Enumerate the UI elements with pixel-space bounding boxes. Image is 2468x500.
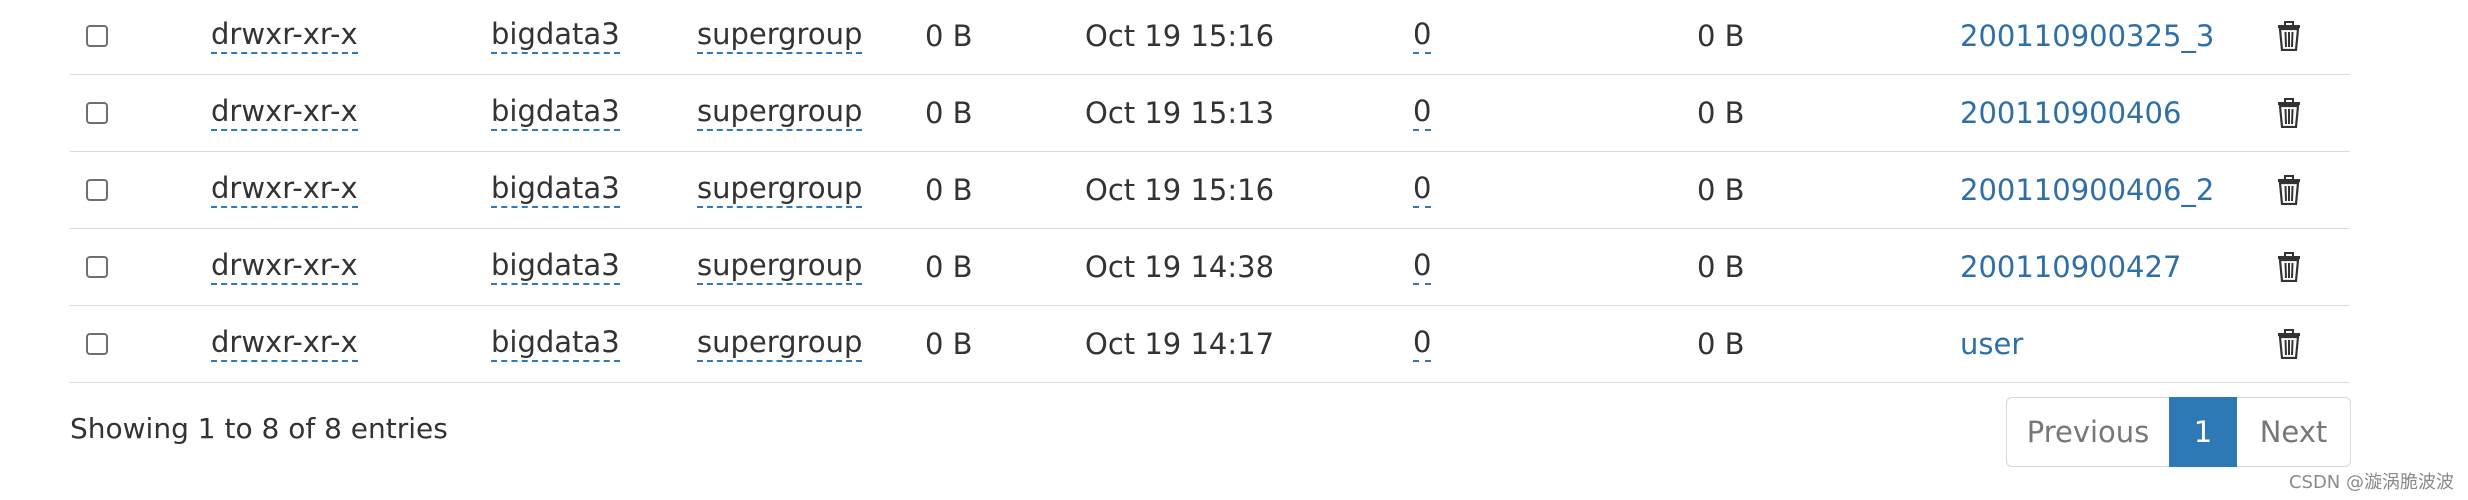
row-checkbox[interactable]: [86, 229, 108, 305]
trash-icon[interactable]: [2277, 75, 2301, 151]
size-cell: 0 B: [925, 19, 973, 53]
group-cell[interactable]: supergroup: [697, 229, 863, 305]
file-name-link[interactable]: 200110900427: [1960, 229, 2181, 305]
replication-cell[interactable]: 0: [1413, 229, 1432, 305]
modified-cell: Oct 19 14:38: [1085, 250, 1275, 284]
size-cell: 0 B: [925, 250, 973, 284]
owner-cell[interactable]: bigdata3: [491, 0, 620, 74]
previous-button[interactable]: Previous: [2006, 397, 2169, 467]
group-cell[interactable]: supergroup: [697, 0, 863, 74]
row-checkbox[interactable]: [86, 75, 108, 151]
modified-cell: Oct 19 15:16: [1085, 173, 1275, 207]
permission-cell[interactable]: drwxr-xr-x: [211, 229, 358, 305]
block-size-cell: 0 B: [1697, 327, 1745, 361]
file-name-link[interactable]: 200110900325_3: [1960, 0, 2214, 74]
trash-icon[interactable]: [2277, 229, 2301, 305]
group-cell[interactable]: supergroup: [697, 306, 863, 382]
modified-cell: Oct 19 15:16: [1085, 19, 1275, 53]
file-table: drwxr-xr-x bigdata3 supergroup 0 B Oct 1…: [70, 0, 2350, 383]
table-row: drwxr-xr-x bigdata3 supergroup 0 B Oct 1…: [70, 75, 2350, 152]
file-name-link[interactable]: user: [1960, 306, 2023, 382]
size-cell: 0 B: [925, 327, 973, 361]
size-cell: 0 B: [925, 96, 973, 130]
row-checkbox[interactable]: [86, 306, 108, 382]
file-name-link[interactable]: 200110900406_2: [1960, 152, 2214, 228]
owner-cell[interactable]: bigdata3: [491, 75, 620, 151]
replication-cell[interactable]: 0: [1413, 306, 1432, 382]
entries-info: Showing 1 to 8 of 8 entries: [70, 412, 448, 445]
modified-cell: Oct 19 15:13: [1085, 96, 1275, 130]
size-cell: 0 B: [925, 173, 973, 207]
block-size-cell: 0 B: [1697, 250, 1745, 284]
modified-cell: Oct 19 14:17: [1085, 327, 1275, 361]
block-size-cell: 0 B: [1697, 96, 1745, 130]
table-row: drwxr-xr-x bigdata3 supergroup 0 B Oct 1…: [70, 0, 2350, 75]
permission-cell[interactable]: drwxr-xr-x: [211, 75, 358, 151]
permission-cell[interactable]: drwxr-xr-x: [211, 0, 358, 74]
row-checkbox[interactable]: [86, 152, 108, 228]
page-1-button[interactable]: 1: [2169, 397, 2237, 467]
pagination: Previous 1 Next: [2006, 397, 2351, 467]
trash-icon[interactable]: [2277, 0, 2301, 74]
block-size-cell: 0 B: [1697, 173, 1745, 207]
block-size-cell: 0 B: [1697, 19, 1745, 53]
permission-cell[interactable]: drwxr-xr-x: [211, 306, 358, 382]
owner-cell[interactable]: bigdata3: [491, 306, 620, 382]
table-row: drwxr-xr-x bigdata3 supergroup 0 B Oct 1…: [70, 229, 2350, 306]
group-cell[interactable]: supergroup: [697, 152, 863, 228]
replication-cell[interactable]: 0: [1413, 152, 1432, 228]
trash-icon[interactable]: [2277, 306, 2301, 382]
owner-cell[interactable]: bigdata3: [491, 152, 620, 228]
replication-cell[interactable]: 0: [1413, 0, 1432, 74]
replication-cell[interactable]: 0: [1413, 75, 1432, 151]
trash-icon[interactable]: [2277, 152, 2301, 228]
group-cell[interactable]: supergroup: [697, 75, 863, 151]
table-row: drwxr-xr-x bigdata3 supergroup 0 B Oct 1…: [70, 306, 2350, 383]
watermark: CSDN @漩涡脆波波: [2288, 472, 2454, 493]
permission-cell[interactable]: drwxr-xr-x: [211, 152, 358, 228]
owner-cell[interactable]: bigdata3: [491, 229, 620, 305]
file-name-link[interactable]: 200110900406: [1960, 75, 2181, 151]
next-button[interactable]: Next: [2237, 397, 2351, 467]
row-checkbox[interactable]: [86, 0, 108, 74]
table-row: drwxr-xr-x bigdata3 supergroup 0 B Oct 1…: [70, 152, 2350, 229]
